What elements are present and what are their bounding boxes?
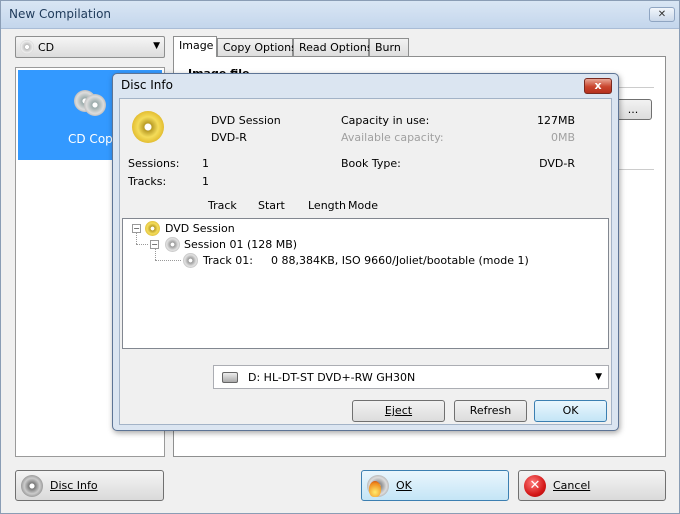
- dialog-ok-button[interactable]: OK: [534, 400, 607, 422]
- eject-label: Eject: [384, 404, 413, 417]
- collapse-icon[interactable]: −: [150, 240, 159, 249]
- eject-button[interactable]: Eject: [352, 400, 445, 422]
- dialog-body: DVD Session DVD-R Capacity in use: 127MB…: [119, 98, 612, 425]
- media-type-value: CD: [38, 41, 55, 54]
- column-header-length[interactable]: Length: [308, 199, 346, 212]
- refresh-button[interactable]: Refresh: [454, 400, 527, 422]
- book-type-value: DVD-R: [539, 157, 575, 170]
- collapse-icon[interactable]: −: [132, 224, 141, 233]
- ok-button[interactable]: OK: [361, 470, 509, 501]
- available-capacity-value: 0MB: [550, 131, 575, 144]
- burn-icon: [367, 475, 389, 497]
- close-button[interactable]: ✕: [649, 7, 675, 22]
- chevron-down-icon: ▼: [153, 41, 160, 51]
- chevron-down-icon: ▼: [595, 372, 602, 382]
- cd-icon: [20, 40, 34, 54]
- capacity-in-use-value: 127MB: [536, 114, 575, 127]
- cancel-button[interactable]: ✕ Cancel: [518, 470, 666, 501]
- disc-type: DVD-R: [211, 131, 247, 144]
- session-type: DVD Session: [211, 114, 281, 127]
- capacity-in-use-label: Capacity in use:: [341, 114, 430, 127]
- tab-read-options[interactable]: Read Options: [293, 38, 373, 56]
- column-header-track[interactable]: Track: [208, 199, 237, 212]
- column-header-start[interactable]: Start: [258, 199, 285, 212]
- column-header-mode[interactable]: Mode: [348, 199, 378, 212]
- cancel-icon: ✕: [524, 475, 546, 497]
- available-capacity-label: Available capacity:: [341, 131, 444, 144]
- tab-copy-options[interactable]: Copy Options: [217, 38, 297, 56]
- sessions-value: 1: [202, 157, 209, 170]
- cancel-label: Cancel: [553, 479, 591, 492]
- browse-button[interactable]: ...: [614, 99, 652, 120]
- cd-copy-icon: [74, 90, 108, 118]
- tree-item-dvd-session[interactable]: DVD Session: [165, 222, 235, 235]
- drive-icon: [222, 372, 238, 383]
- dvd-session-icon: [145, 221, 160, 236]
- disc-info-button[interactable]: Disc Info: [15, 470, 164, 501]
- tree-item-track-info: 0 88,384KB, ISO 9660/Joliet/bootable (mo…: [271, 254, 529, 267]
- dvd-disc-icon: [132, 111, 164, 143]
- tracks-value: 1: [202, 175, 209, 188]
- disc-info-dialog: Disc Info x DVD Session DVD-R Capacity i…: [112, 73, 619, 431]
- media-type-select[interactable]: CD ▼: [15, 36, 165, 58]
- tab-burn[interactable]: Burn: [369, 38, 409, 56]
- divider: [614, 169, 654, 170]
- window-title: New Compilation: [9, 7, 112, 21]
- tree-item-track-label[interactable]: Track 01:: [203, 254, 253, 267]
- ok-label: OK: [396, 479, 412, 492]
- track-icon: [183, 253, 198, 268]
- dialog-ok-label: OK: [562, 404, 579, 417]
- dialog-close-button[interactable]: x: [584, 78, 612, 94]
- drive-value: D: HL-DT-ST DVD+-RW GH30N: [248, 371, 416, 384]
- refresh-label: Refresh: [469, 404, 512, 417]
- disc-info-label: Disc Info: [50, 479, 98, 492]
- disc-tree[interactable]: − DVD Session − Session 01 (128 MB) Trac…: [122, 218, 609, 349]
- tracks-label: Tracks:: [128, 175, 167, 188]
- tab-image[interactable]: Image: [173, 36, 217, 57]
- disc-info-icon: [21, 475, 43, 497]
- title-bar: New Compilation ✕: [1, 1, 679, 29]
- book-type-label: Book Type:: [341, 157, 401, 170]
- tree-item-session[interactable]: Session 01 (128 MB): [184, 238, 297, 251]
- dialog-title: Disc Info: [121, 78, 173, 92]
- sessions-label: Sessions:: [128, 157, 180, 170]
- drive-select[interactable]: D: HL-DT-ST DVD+-RW GH30N ▼: [213, 365, 609, 389]
- session-icon: [165, 237, 180, 252]
